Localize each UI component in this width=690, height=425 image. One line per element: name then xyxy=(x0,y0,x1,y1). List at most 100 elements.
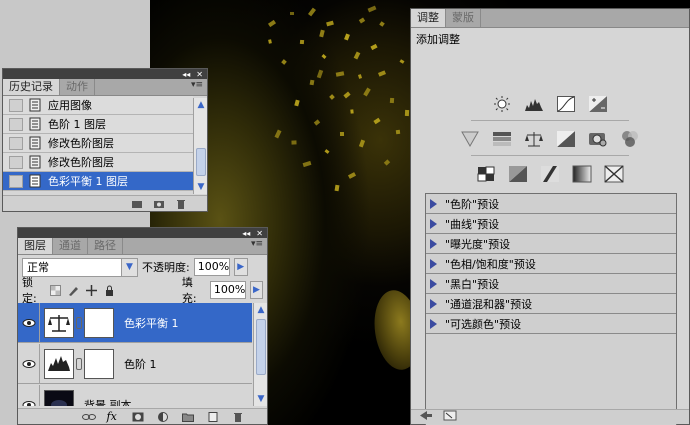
new-layer-icon[interactable] xyxy=(207,411,219,422)
levels-icon[interactable] xyxy=(523,94,545,114)
link-icon[interactable] xyxy=(81,412,96,422)
panel-menu-icon[interactable]: ▾≡ xyxy=(191,80,203,90)
trash-icon[interactable] xyxy=(175,199,187,209)
expand-view-icon[interactable] xyxy=(443,410,457,424)
trash-icon[interactable] xyxy=(232,412,244,422)
mask-link-icon[interactable] xyxy=(76,316,82,329)
hue-saturation-icon[interactable] xyxy=(491,129,513,149)
tab-actions[interactable]: 动作 xyxy=(60,79,95,95)
adjustment-icon[interactable] xyxy=(157,411,169,422)
preset-item[interactable]: "色阶"预设 xyxy=(426,194,676,214)
close-icon[interactable]: ✕ xyxy=(196,70,203,79)
expand-triangle-icon[interactable] xyxy=(430,258,437,269)
gold-fleck xyxy=(299,39,305,45)
selective-color-icon[interactable] xyxy=(603,164,625,184)
color-balance-icon[interactable] xyxy=(523,129,545,149)
scroll-thumb[interactable] xyxy=(196,148,206,176)
expand-triangle-icon[interactable] xyxy=(430,218,437,229)
lock-transparency-icon[interactable] xyxy=(49,284,61,296)
invert-icon[interactable] xyxy=(475,164,497,184)
photo-filter-icon[interactable] xyxy=(587,129,609,149)
exposure-icon[interactable] xyxy=(587,94,609,114)
history-scrollbar[interactable]: ▲ ▼ xyxy=(193,98,207,194)
expand-triangle-icon[interactable] xyxy=(430,198,437,209)
expand-triangle-icon[interactable] xyxy=(430,238,437,249)
preset-list: "色阶"预设 "曲线"预设 "曝光度"预设 "色相/饱和度"预设 "黑白"预设 "通道混和… xyxy=(425,193,677,425)
folder-icon[interactable] xyxy=(181,412,194,422)
brightness-icon[interactable] xyxy=(491,94,513,114)
preset-item[interactable]: "黑白"预设 xyxy=(426,274,676,294)
history-item[interactable]: 色彩平衡 1 图层 xyxy=(3,172,193,191)
black-white-icon[interactable] xyxy=(555,129,577,149)
new-document-icon[interactable] xyxy=(131,199,143,209)
threshold-icon[interactable] xyxy=(539,164,561,184)
channel-mixer-icon[interactable] xyxy=(619,129,641,149)
posterize-icon[interactable] xyxy=(507,164,529,184)
lock-position-icon[interactable] xyxy=(85,284,97,296)
lock-all-icon[interactable] xyxy=(104,285,115,296)
panel-menu-icon[interactable]: ▾≡ xyxy=(251,239,263,249)
fill-field[interactable]: 100% xyxy=(209,281,246,299)
layer-row[interactable]: 色阶 1 xyxy=(18,343,252,384)
scroll-up-icon[interactable]: ▲ xyxy=(254,303,268,317)
fx-icon[interactable]: fx xyxy=(107,411,119,422)
tab-layers[interactable]: 图层 xyxy=(18,238,53,254)
mask-icon[interactable] xyxy=(132,412,144,422)
visibility-eye-icon[interactable] xyxy=(18,384,40,406)
history-item[interactable]: 修改色阶图层 xyxy=(3,134,193,153)
layer-row[interactable]: 背景 副本 xyxy=(18,384,252,406)
snapshot-source-checkbox[interactable] xyxy=(9,98,23,112)
collapse-icon[interactable]: ◂◂ xyxy=(182,70,190,79)
adjustment-thumbnail[interactable] xyxy=(44,307,74,338)
expand-triangle-icon[interactable] xyxy=(430,298,437,309)
snapshot-icon[interactable] xyxy=(153,199,165,209)
expand-triangle-icon[interactable] xyxy=(430,278,437,289)
adjustment-thumbnail[interactable] xyxy=(44,348,74,379)
snapshot-source-checkbox[interactable] xyxy=(9,174,23,188)
layers-scrollbar[interactable]: ▲ ▼ xyxy=(253,303,267,406)
opacity-slider-button[interactable]: ▶ xyxy=(233,258,248,276)
chevron-down-icon[interactable]: ▼ xyxy=(121,258,137,276)
layer-mask-thumbnail[interactable] xyxy=(84,348,114,379)
scroll-down-icon[interactable]: ▼ xyxy=(254,392,268,406)
tab-paths[interactable]: 路径 xyxy=(88,238,123,254)
tab-channels[interactable]: 通道 xyxy=(53,238,88,254)
expand-triangle-icon[interactable] xyxy=(430,318,437,329)
gold-fleck xyxy=(309,79,315,86)
panel-grip[interactable]: ◂◂ ✕ xyxy=(18,228,267,238)
lock-pixels-icon[interactable] xyxy=(68,285,79,296)
panel-grip[interactable]: ◂◂ ✕ xyxy=(3,69,207,79)
scroll-up-icon[interactable]: ▲ xyxy=(194,98,208,112)
layer-row[interactable]: 色彩平衡 1 xyxy=(18,303,252,343)
snapshot-source-checkbox[interactable] xyxy=(9,136,23,150)
visibility-eye-icon[interactable] xyxy=(18,303,40,343)
collapse-icon[interactable]: ◂◂ xyxy=(242,229,250,238)
tab-masks[interactable]: 蒙版 xyxy=(446,9,481,27)
close-icon[interactable]: ✕ xyxy=(256,229,263,238)
layer-thumbnail[interactable] xyxy=(44,389,74,406)
adjustments-title: 添加调整 xyxy=(416,33,460,46)
fill-slider-button[interactable]: ▶ xyxy=(249,281,263,299)
scroll-thumb[interactable] xyxy=(256,319,266,375)
vibrance-icon[interactable] xyxy=(459,129,481,149)
history-item[interactable]: 应用图像 xyxy=(3,96,193,115)
history-item[interactable]: 修改色阶图层 xyxy=(3,153,193,172)
history-item[interactable]: 色阶 1 图层 xyxy=(3,115,193,134)
snapshot-source-checkbox[interactable] xyxy=(9,117,23,131)
snapshot-source-checkbox[interactable] xyxy=(9,155,23,169)
scroll-down-icon[interactable]: ▼ xyxy=(194,180,208,194)
tab-adjustments[interactable]: 调整 xyxy=(411,9,446,27)
curves-icon[interactable] xyxy=(555,94,577,114)
return-arrow-icon[interactable] xyxy=(419,410,433,424)
preset-item[interactable]: "可选颜色"预设 xyxy=(426,314,676,334)
visibility-eye-icon[interactable] xyxy=(18,343,40,384)
tab-history[interactable]: 历史记录 xyxy=(3,79,60,95)
blend-mode-select[interactable]: 正常 ▼ xyxy=(22,257,138,277)
preset-item[interactable]: "通道混和器"预设 xyxy=(426,294,676,314)
layer-mask-thumbnail[interactable] xyxy=(84,307,114,338)
preset-item[interactable]: "色相/饱和度"预设 xyxy=(426,254,676,274)
mask-link-icon[interactable] xyxy=(76,357,82,370)
gradient-map-icon[interactable] xyxy=(571,164,593,184)
preset-item[interactable]: "曝光度"预设 xyxy=(426,234,676,254)
preset-item[interactable]: "曲线"预设 xyxy=(426,214,676,234)
